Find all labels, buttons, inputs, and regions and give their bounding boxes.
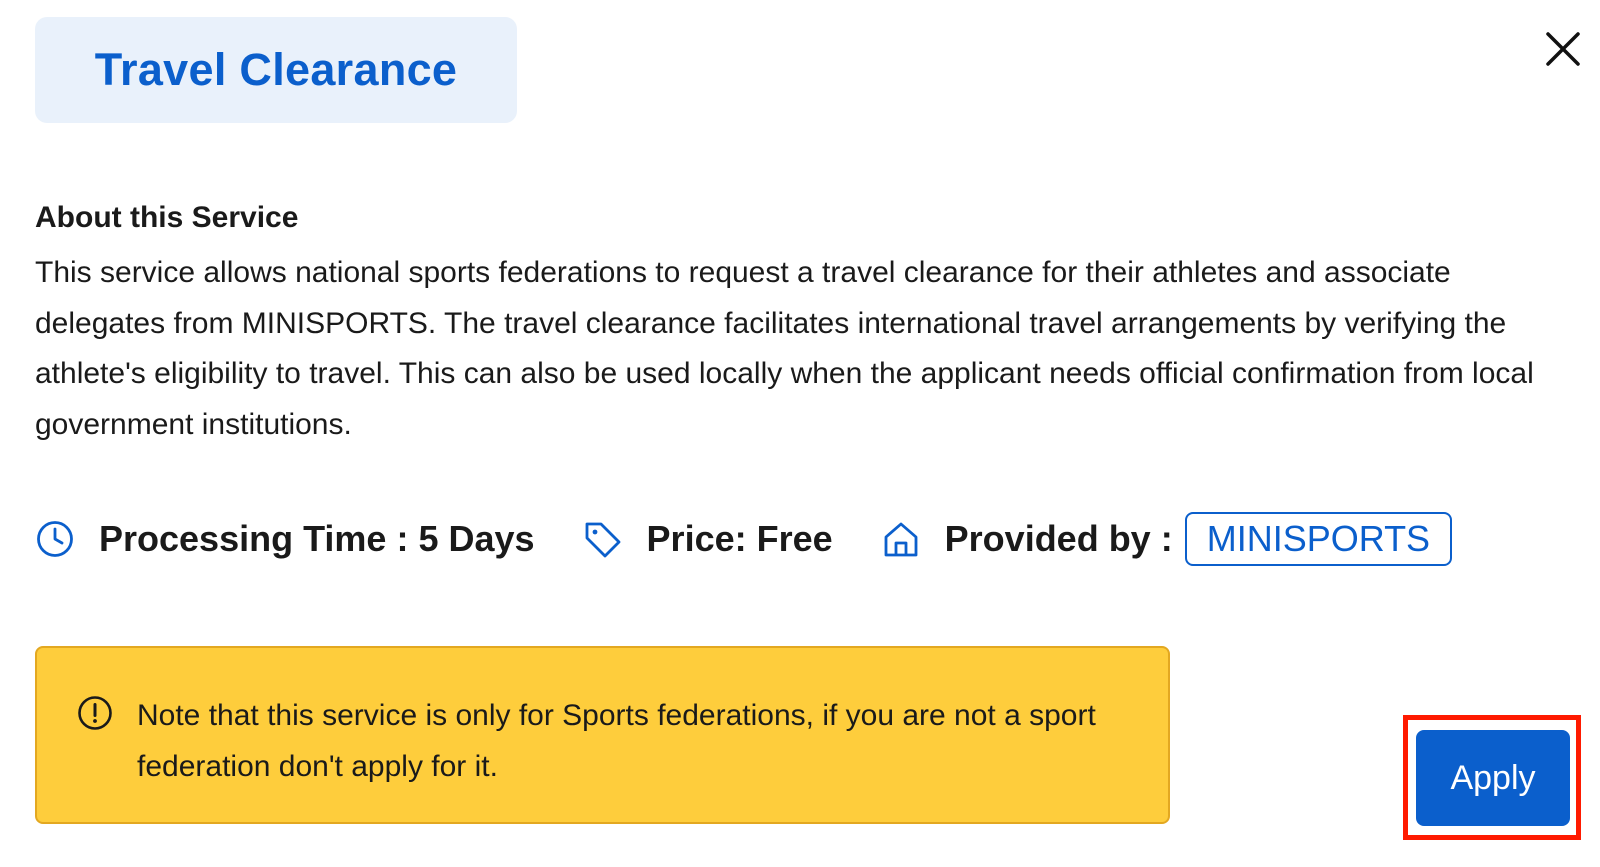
page-title: Travel Clearance: [94, 44, 458, 95]
home-icon: [881, 519, 921, 559]
processing-time-label: Processing Time : 5 Days: [99, 518, 535, 559]
processing-time: Processing Time : 5 Days: [35, 518, 535, 560]
title-chip: Travel Clearance: [35, 17, 517, 123]
about-description: This service allows national sports fede…: [35, 256, 1534, 441]
price: Price: Free: [583, 518, 833, 560]
apply-button[interactable]: Apply: [1416, 730, 1570, 826]
clock-icon: [35, 519, 75, 559]
about-heading: About this Service: [35, 201, 299, 234]
price-label: Price: Free: [646, 518, 833, 559]
provider: Provided by : MINISPORTS: [881, 512, 1453, 566]
provider-label: Provided by :: [944, 518, 1173, 559]
about-section: About this Service This service allows n…: [35, 200, 1535, 450]
tag-icon: [583, 519, 623, 559]
close-button[interactable]: [1540, 26, 1586, 72]
notice-banner: Note that this service is only for Sport…: [35, 646, 1170, 824]
alert-circle-icon: [78, 696, 112, 730]
notice-text: Note that this service is only for Sport…: [137, 699, 1096, 783]
service-detail-page: Travel Clearance About this Service This…: [0, 0, 1600, 867]
provider-link[interactable]: MINISPORTS: [1184, 512, 1453, 566]
close-icon: [1546, 32, 1580, 66]
service-meta-row: Processing Time : 5 Days Price: Free Pro…: [35, 510, 1453, 568]
